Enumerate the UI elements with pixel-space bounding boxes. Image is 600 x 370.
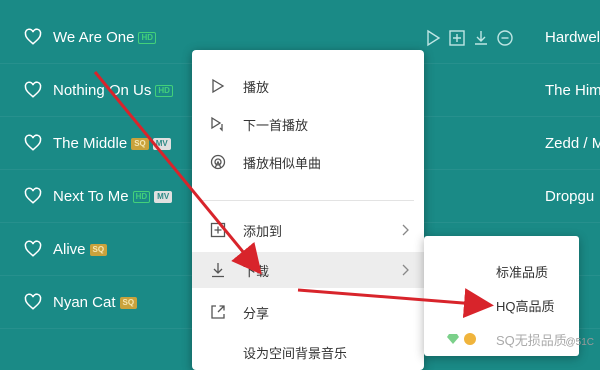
menu-divider xyxy=(202,200,414,201)
menu-item-label: 播放 xyxy=(243,79,270,95)
menu-item-label: 添加到 xyxy=(243,223,283,239)
menu-item-label: 下一首播放 xyxy=(243,117,309,133)
heart-icon[interactable] xyxy=(24,134,42,152)
watermark: @51C xyxy=(565,337,595,348)
artist-name[interactable]: Zedd / M xyxy=(545,135,600,152)
menu-item-label: 下载 xyxy=(243,263,270,279)
song-title: We Are One HD xyxy=(53,29,156,46)
menu-item-add-to[interactable]: 添加到 xyxy=(192,212,424,248)
menu-item-label: 设为空间背景音乐 xyxy=(243,345,348,361)
chevron-right-icon xyxy=(402,224,409,236)
artist-name[interactable]: The Him xyxy=(545,82,600,99)
radar-icon xyxy=(210,154,226,170)
context-menu: 播放 下一首播放 播放相似单曲 添加到 下载 分享 设为空间背景音乐 xyxy=(192,50,424,370)
song-title: The Middle SQ MV xyxy=(53,135,171,152)
add-icon[interactable] xyxy=(448,29,466,47)
play-icon xyxy=(212,78,225,94)
song-title: Nothing On Us HD xyxy=(53,82,173,99)
song-title: Next To Me HD MV xyxy=(53,188,173,205)
hd-badge: HD xyxy=(132,190,151,203)
play-next-icon xyxy=(211,116,223,132)
vip-icons xyxy=(446,332,477,346)
mv-badge[interactable]: MV xyxy=(152,137,171,150)
bgm-icon xyxy=(210,344,226,360)
mv-badge[interactable]: MV xyxy=(154,190,173,203)
submenu-item-sq[interactable]: SQ无损品质 xyxy=(424,322,579,356)
play-icon[interactable] xyxy=(424,29,442,47)
hd-badge: HD xyxy=(138,31,156,44)
hd-badge: HD xyxy=(155,84,173,97)
menu-item-play-next[interactable]: 下一首播放 xyxy=(192,106,424,142)
download-submenu: 标准品质 HQ高品质 SQ无损品质 xyxy=(424,236,579,356)
artist-name[interactable]: Hardwel xyxy=(545,29,600,46)
menu-item-play[interactable]: 播放 xyxy=(192,68,424,104)
submenu-item-label: 标准品质 xyxy=(496,264,549,280)
row-actions xyxy=(424,11,514,64)
share-icon xyxy=(211,305,225,319)
menu-item-share[interactable]: 分享 xyxy=(192,294,424,330)
heart-icon[interactable] xyxy=(24,240,42,258)
sq-badge: SQ xyxy=(89,243,108,256)
menu-item-play-similar[interactable]: 播放相似单曲 xyxy=(192,144,424,180)
menu-item-label: 分享 xyxy=(243,305,270,321)
heart-icon[interactable] xyxy=(24,28,42,46)
heart-icon[interactable] xyxy=(24,187,42,205)
menu-item-download[interactable]: 下载 xyxy=(192,252,424,288)
more-icon[interactable] xyxy=(496,29,514,47)
menu-item-label: 播放相似单曲 xyxy=(243,155,322,171)
submenu-item-hq[interactable]: HQ高品质 xyxy=(424,288,579,322)
diamond-icon xyxy=(447,334,459,344)
gold-badge-icon xyxy=(464,333,476,345)
artist-name[interactable]: Dropgu xyxy=(545,188,594,205)
submenu-item-label: SQ无损品质 xyxy=(496,332,567,348)
submenu-item-label: HQ高品质 xyxy=(496,298,555,314)
download-icon xyxy=(212,263,224,278)
song-title: Nyan Cat SQ xyxy=(53,294,138,311)
heart-icon[interactable] xyxy=(24,293,42,311)
download-icon[interactable] xyxy=(472,29,490,47)
menu-item-set-bgm[interactable]: 设为空间背景音乐 xyxy=(192,334,424,370)
chevron-right-icon xyxy=(402,264,409,276)
sq-badge: SQ xyxy=(119,296,138,309)
song-title: Alive SQ xyxy=(53,241,108,258)
heart-icon[interactable] xyxy=(24,81,42,99)
submenu-item-standard[interactable]: 标准品质 xyxy=(424,254,579,288)
sq-badge: SQ xyxy=(131,137,149,150)
add-to-icon xyxy=(210,222,226,238)
